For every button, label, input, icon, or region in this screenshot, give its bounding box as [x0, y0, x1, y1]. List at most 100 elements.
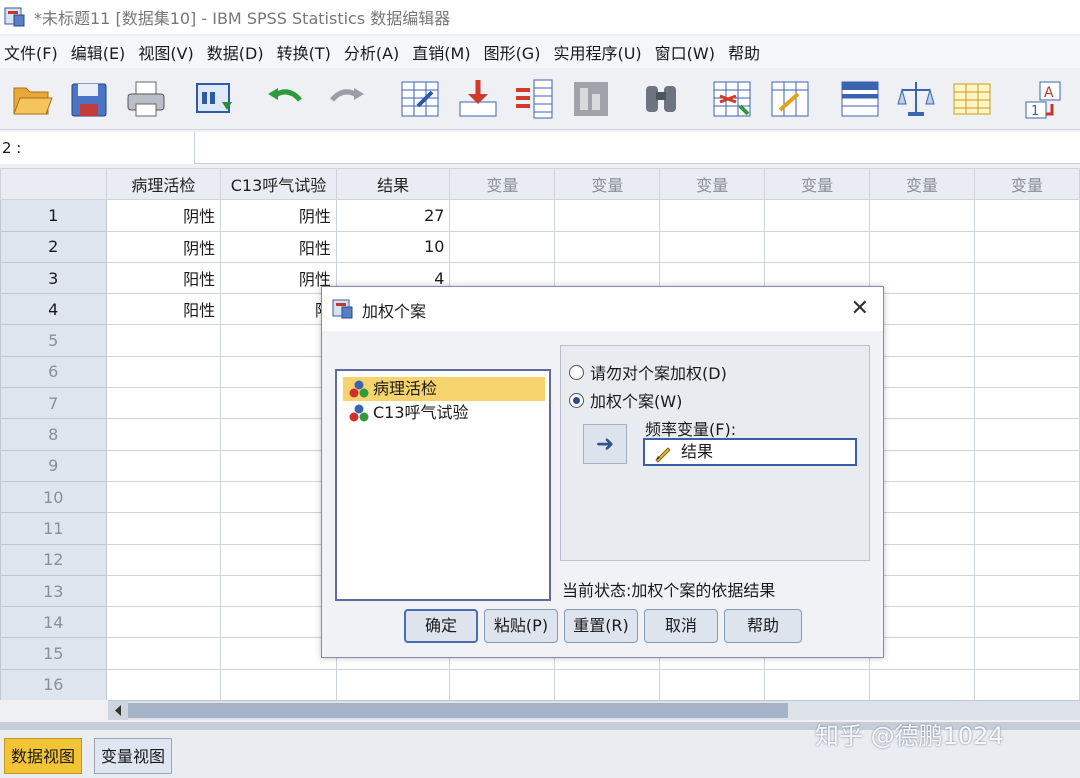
menu-view[interactable]: 视图(V)	[138, 40, 204, 64]
data-cell[interactable]	[220, 606, 337, 639]
data-cell[interactable]	[105, 637, 222, 670]
data-cell[interactable]	[105, 512, 222, 545]
tab-variable-view[interactable]: 变量视图	[94, 738, 173, 774]
data-cell[interactable]	[220, 387, 337, 420]
column-header[interactable]: 变量	[974, 168, 1080, 201]
data-cell[interactable]	[335, 668, 451, 700]
row-number[interactable]: 5	[0, 324, 107, 357]
column-header[interactable]: 变量	[869, 168, 975, 201]
variable-list[interactable]: 病理活检 C13呼气试验	[335, 369, 551, 601]
menu-window[interactable]: 窗口(W)	[655, 40, 726, 64]
empty-cell[interactable]	[974, 293, 1080, 326]
value-labels-icon[interactable]: A1	[1022, 76, 1066, 122]
radio-button[interactable]	[569, 364, 584, 380]
goto-variable-icon[interactable]	[456, 76, 500, 122]
column-header[interactable]: 结果	[335, 168, 451, 201]
cancel-button[interactable]: 取消	[644, 609, 718, 643]
data-cell[interactable]	[105, 324, 222, 357]
data-cell[interactable]	[105, 574, 222, 608]
row-number[interactable]: 9	[0, 449, 107, 482]
empty-cell[interactable]	[869, 668, 975, 700]
variable-list-item[interactable]: 病理活检	[343, 377, 545, 401]
data-cell[interactable]	[220, 480, 337, 514]
data-cell[interactable]	[220, 637, 337, 670]
data-cell[interactable]	[220, 449, 337, 482]
empty-cell[interactable]	[974, 512, 1080, 545]
data-cell[interactable]: 阴性	[220, 199, 337, 232]
empty-cell[interactable]	[659, 230, 766, 263]
column-header[interactable]: C13呼气试验	[220, 168, 337, 201]
ok-button[interactable]: 确定	[404, 609, 478, 643]
data-cell[interactable]: 阳性	[105, 293, 222, 326]
empty-cell[interactable]	[869, 543, 975, 576]
print-icon[interactable]	[124, 76, 168, 122]
undo-icon[interactable]	[264, 76, 308, 122]
radio-weight-cases[interactable]: 加权个案(W)	[569, 388, 682, 412]
row-number[interactable]: 15	[0, 637, 107, 670]
row-number[interactable]: 1	[0, 199, 107, 232]
data-cell[interactable]: 阴性	[105, 230, 222, 263]
empty-cell[interactable]	[974, 230, 1080, 263]
row-number[interactable]: 11	[0, 512, 107, 545]
goto-case-icon[interactable]	[398, 76, 442, 122]
data-cell[interactable]: 阴性	[105, 199, 222, 232]
variable-list-item[interactable]: C13呼气试验	[343, 401, 545, 425]
find-icon[interactable]	[640, 76, 684, 122]
empty-cell[interactable]	[764, 230, 871, 263]
reset-button[interactable]: 重置(R)	[564, 609, 638, 643]
menu-utilities[interactable]: 实用程序(U)	[553, 40, 652, 64]
empty-cell[interactable]	[974, 480, 1080, 514]
data-cell[interactable]: 阳性	[105, 261, 222, 295]
empty-cell[interactable]	[974, 449, 1080, 482]
empty-cell[interactable]	[869, 261, 975, 295]
column-header[interactable]: 病理活检	[105, 168, 222, 201]
empty-cell[interactable]	[974, 387, 1080, 420]
empty-cell[interactable]	[974, 637, 1080, 670]
empty-cell[interactable]	[974, 543, 1080, 576]
data-cell[interactable]: 阳	[220, 293, 337, 326]
data-cell[interactable]	[220, 574, 337, 608]
empty-cell[interactable]	[869, 387, 975, 420]
menu-direct-marketing[interactable]: 直销(M)	[412, 40, 481, 64]
empty-cell[interactable]	[869, 574, 975, 608]
tab-data-view[interactable]: 数据视图	[4, 738, 83, 774]
empty-cell[interactable]	[449, 230, 556, 263]
empty-cell[interactable]	[554, 668, 661, 700]
row-number[interactable]: 13	[0, 574, 107, 608]
data-cell[interactable]	[220, 324, 337, 357]
data-cell[interactable]: 阴性	[220, 261, 337, 295]
redo-icon[interactable]	[324, 76, 368, 122]
empty-cell[interactable]	[659, 199, 766, 232]
data-cell[interactable]	[105, 418, 222, 451]
column-header[interactable]: 变量	[764, 168, 871, 201]
data-cell[interactable]	[105, 606, 222, 639]
row-number[interactable]: 14	[0, 606, 107, 639]
empty-cell[interactable]	[554, 230, 661, 263]
empty-cell[interactable]	[869, 606, 975, 639]
empty-cell[interactable]	[869, 293, 975, 326]
empty-cell[interactable]	[974, 261, 1080, 295]
insert-cases-icon[interactable]	[710, 76, 754, 122]
scroll-thumb[interactable]	[128, 703, 788, 718]
menu-help[interactable]: 帮助	[728, 40, 771, 64]
menu-file[interactable]: 文件(F)	[4, 40, 69, 64]
menu-graphs[interactable]: 图形(G)	[484, 40, 552, 64]
insert-variable-icon[interactable]	[768, 76, 812, 122]
save-icon[interactable]	[68, 76, 112, 122]
data-cell[interactable]	[220, 668, 337, 700]
menu-transform[interactable]: 转换(T)	[277, 40, 342, 64]
empty-cell[interactable]	[554, 199, 661, 232]
empty-cell[interactable]	[764, 199, 871, 232]
close-icon[interactable]: ✕	[851, 296, 869, 321]
help-button[interactable]: 帮助	[724, 609, 802, 643]
empty-cell[interactable]	[974, 199, 1080, 232]
empty-cell[interactable]	[974, 668, 1080, 700]
empty-cell[interactable]	[869, 230, 975, 263]
row-number[interactable]: 2	[0, 230, 107, 263]
scroll-left-arrow-icon[interactable]	[108, 701, 128, 720]
row-number[interactable]: 4	[0, 293, 107, 326]
data-cell[interactable]	[105, 480, 222, 514]
empty-cell[interactable]	[869, 480, 975, 514]
data-cell[interactable]	[105, 668, 222, 700]
data-cell[interactable]: 10	[335, 230, 451, 263]
